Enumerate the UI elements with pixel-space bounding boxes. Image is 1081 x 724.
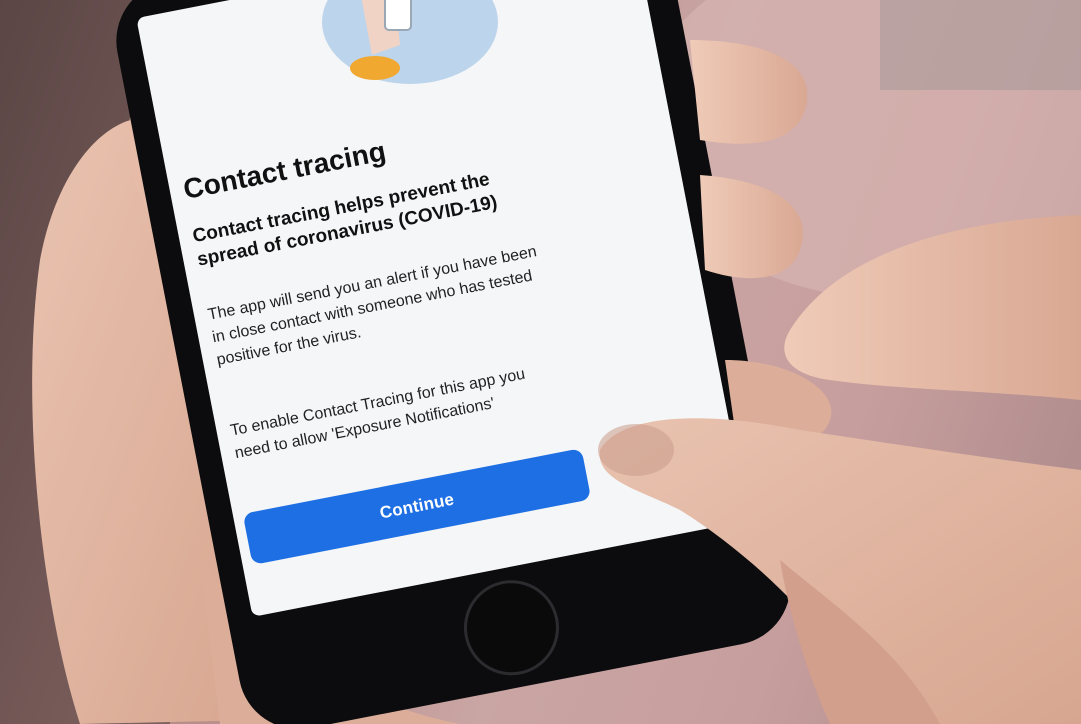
photo-scene: Contact tracing Contact tracing helps pr…	[0, 0, 1081, 724]
background-object	[880, 0, 1081, 90]
continue-button[interactable]: Continue	[242, 448, 592, 565]
screen-body-enable-text: To enable Contact Tracing for this app y…	[229, 365, 527, 463]
